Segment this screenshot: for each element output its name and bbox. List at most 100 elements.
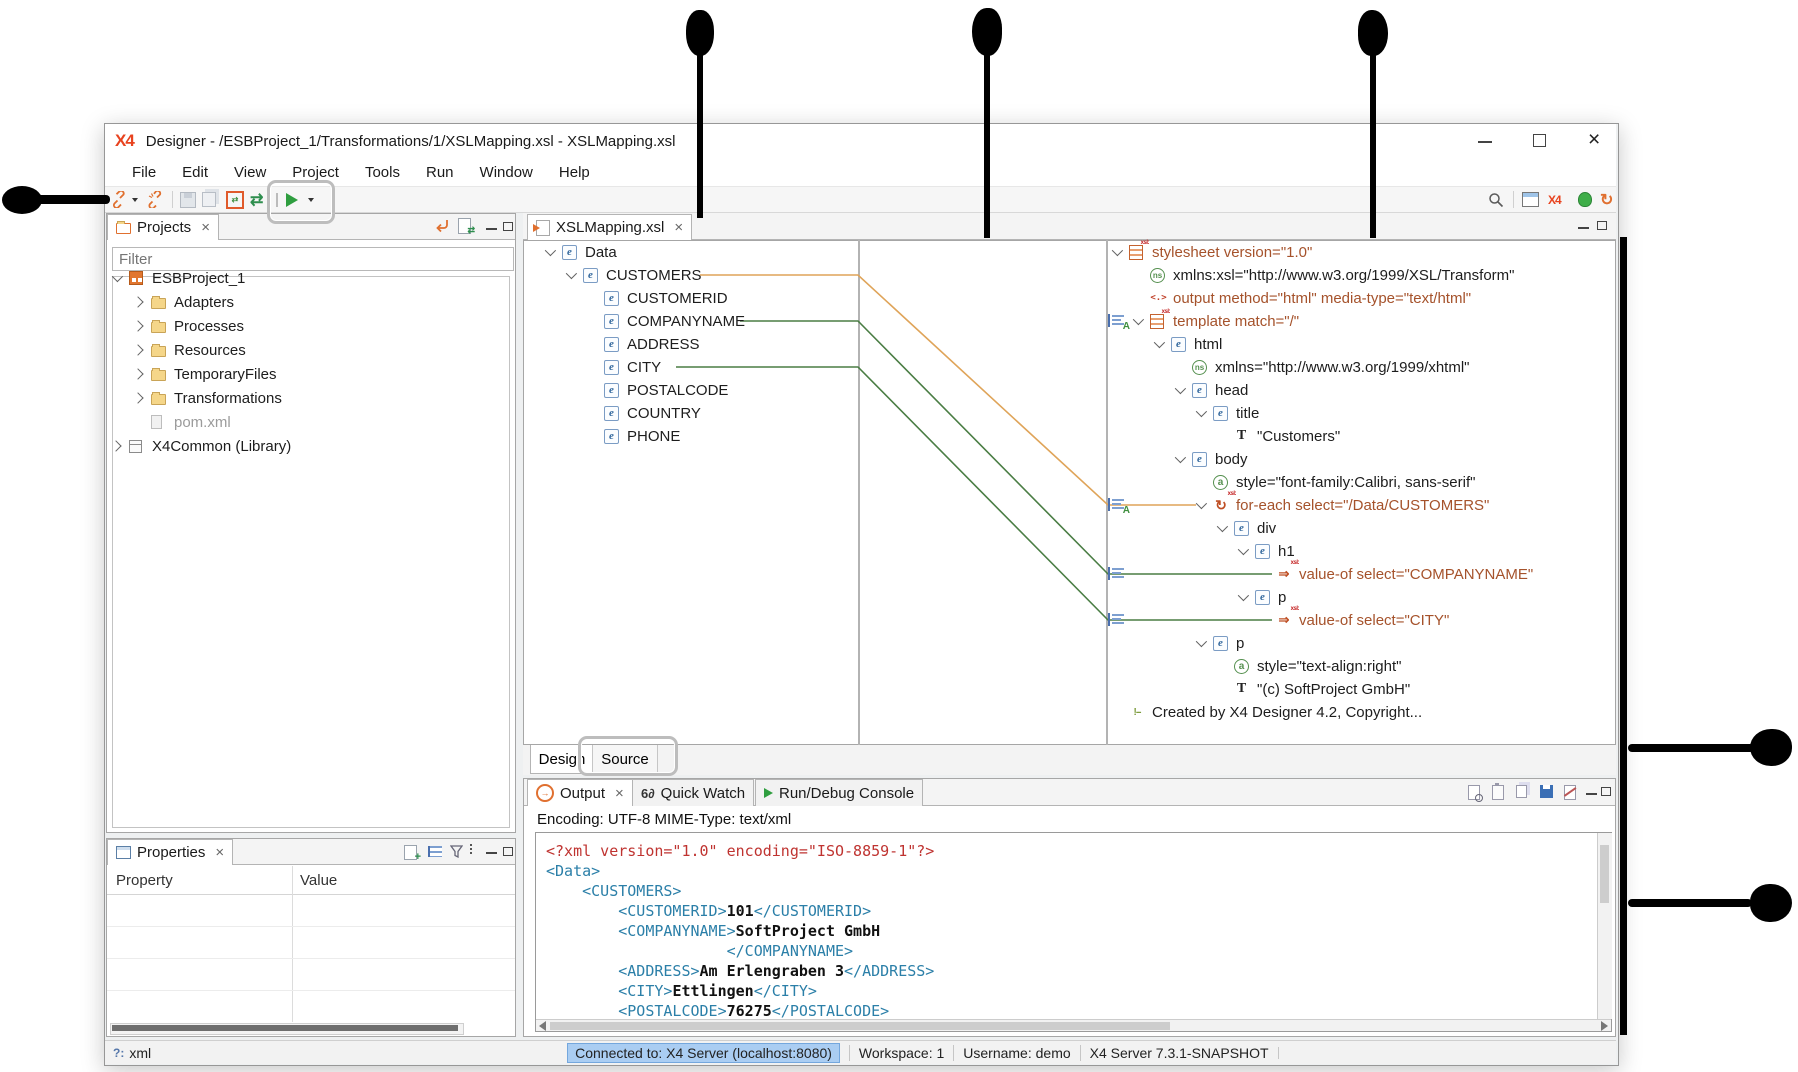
chevron-right-icon[interactable]: [132, 344, 143, 355]
close-window-button[interactable]: ×: [1588, 128, 1600, 152]
open-output-icon[interactable]: [1468, 785, 1480, 800]
xsl-node-template-match[interactable]: template match="/": [1112, 310, 1299, 332]
tab-output[interactable]: → Output ×: [527, 779, 633, 806]
projects-item-esbproject-1[interactable]: ESBProject_1: [112, 267, 245, 289]
close-icon[interactable]: ×: [615, 785, 624, 802]
close-icon[interactable]: ×: [674, 219, 683, 236]
link-with-editor-icon[interactable]: ⇄: [458, 218, 471, 234]
chevron-down-icon[interactable]: [1196, 406, 1207, 417]
chevron-down-icon[interactable]: [112, 271, 123, 282]
maximize-panel-icon[interactable]: [503, 847, 513, 856]
menu-help[interactable]: Help: [546, 161, 603, 184]
projects-item-resources[interactable]: Resources: [112, 339, 246, 361]
xsl-node-style-text-align-right[interactable]: astyle="text-align:right": [1112, 655, 1401, 677]
minimize-window-button[interactable]: [1478, 141, 1492, 143]
menu-tools[interactable]: Tools: [352, 161, 413, 184]
data-node-city[interactable]: eCITY: [545, 356, 661, 378]
chevron-right-icon[interactable]: [132, 368, 143, 379]
copy-output-icon[interactable]: [1516, 785, 1527, 798]
xsl-node-style-font-family-calibri-sans-serif[interactable]: astyle="font-family:Calibri, sans-serif": [1112, 471, 1475, 493]
xsl-node-for-each-select-data-customers[interactable]: ↻for-each select="/Data/CUSTOMERS": [1112, 494, 1489, 516]
menu-edit[interactable]: Edit: [169, 161, 221, 184]
xsl-node-title[interactable]: etitle: [1112, 402, 1259, 424]
link-icon[interactable]: [110, 189, 128, 210]
scroll-right-icon[interactable]: [1601, 1021, 1608, 1031]
chevron-down-icon[interactable]: [1112, 245, 1123, 256]
xsl-node-p[interactable]: ep: [1112, 632, 1244, 654]
maximize-panel-icon[interactable]: [503, 222, 513, 231]
new-property-icon[interactable]: +: [404, 845, 417, 860]
clipboard-icon[interactable]: [1492, 785, 1504, 800]
xsl-node-div[interactable]: ediv: [1112, 517, 1276, 539]
link-dropdown-icon[interactable]: [132, 189, 138, 210]
maximize-editor-icon[interactable]: [1597, 221, 1607, 230]
chevron-down-icon[interactable]: [1196, 498, 1207, 509]
xsl-node-head[interactable]: ehead: [1112, 379, 1248, 401]
minimize-panel-icon[interactable]: [486, 852, 497, 854]
debug-icon[interactable]: [1578, 189, 1592, 210]
menu-view[interactable]: View: [221, 161, 279, 184]
tab-quick-watch[interactable]: 6∂ Quick Watch: [632, 779, 754, 806]
projects-item-x4common-library[interactable]: X4Common (Library): [112, 435, 291, 457]
chevron-down-icon[interactable]: [545, 245, 556, 256]
chevron-right-icon[interactable]: [110, 440, 121, 451]
output-xml-code[interactable]: <?xml version="1.0" encoding="ISO-8859-1…: [546, 841, 934, 1021]
data-node-customerid[interactable]: eCUSTOMERID: [545, 287, 728, 309]
output-hscrollbar[interactable]: [536, 1019, 1611, 1031]
maximize-output-icon[interactable]: [1601, 787, 1611, 796]
projects-item-adapters[interactable]: Adapters: [112, 291, 234, 313]
maximize-window-button[interactable]: [1533, 134, 1546, 147]
chevron-down-icon[interactable]: [1238, 590, 1249, 601]
minimize-output-icon[interactable]: [1586, 793, 1597, 795]
minimize-editor-icon[interactable]: [1578, 227, 1589, 229]
save-icon[interactable]: [180, 189, 196, 210]
projects-item-transformations[interactable]: Transformations: [112, 387, 282, 409]
import-icon[interactable]: [434, 218, 450, 233]
close-icon[interactable]: ×: [215, 844, 224, 861]
chevron-down-icon[interactable]: [566, 268, 577, 279]
xsl-node-customers[interactable]: T"Customers": [1112, 425, 1340, 447]
data-node-data[interactable]: eData: [545, 241, 617, 263]
chevron-down-icon[interactable]: [1154, 337, 1165, 348]
xsl-node-output-method-html-media-type-text-html[interactable]: <.>output method="html" media-type="text…: [1112, 287, 1471, 309]
output-vscrollbar[interactable]: [1597, 833, 1612, 1019]
chevron-down-icon[interactable]: [1217, 521, 1228, 532]
view-menu-icon[interactable]: [470, 844, 472, 854]
filter-properties-icon[interactable]: [450, 845, 463, 858]
xsl-node-p[interactable]: ep: [1112, 586, 1286, 608]
chevron-down-icon[interactable]: [1133, 314, 1144, 325]
data-node-country[interactable]: eCOUNTRY: [545, 402, 701, 424]
scroll-left-icon[interactable]: [539, 1021, 546, 1031]
xsl-node-stylesheet-version-1-0[interactable]: stylesheet version="1.0": [1112, 241, 1312, 263]
clear-output-icon[interactable]: [1564, 785, 1576, 800]
chevron-down-icon[interactable]: [1238, 544, 1249, 555]
close-icon[interactable]: ×: [201, 219, 210, 236]
menu-window[interactable]: Window: [467, 161, 546, 184]
search-icon[interactable]: [1488, 189, 1504, 210]
transfer-icon[interactable]: ⇄: [250, 189, 263, 210]
minimize-panel-icon[interactable]: [486, 228, 497, 230]
tab-run-debug-console[interactable]: Run/Debug Console: [755, 779, 923, 806]
xsl-node-value-of-select-companyname[interactable]: ⇒value-of select="COMPANYNAME": [1112, 563, 1533, 585]
menu-run[interactable]: Run: [413, 161, 467, 184]
xsl-node-c-softproject-gmbh[interactable]: T"(c) SoftProject GmbH": [1112, 678, 1410, 700]
deploy-icon[interactable]: ⇄: [226, 189, 244, 210]
x4-mini-icon[interactable]: X4: [1548, 189, 1561, 210]
unlink-icon[interactable]: [146, 189, 164, 210]
chevron-right-icon[interactable]: [132, 296, 143, 307]
xsl-node-value-of-select-city[interactable]: ⇒value-of select="CITY": [1112, 609, 1449, 631]
xsl-node-h1[interactable]: eh1: [1112, 540, 1295, 562]
data-node-companyname[interactable]: eCOMPANYNAME: [545, 310, 745, 332]
properties-hscrollbar[interactable]: [110, 1023, 464, 1035]
data-node-address[interactable]: eADDRESS: [545, 333, 700, 355]
chevron-down-icon[interactable]: [1175, 452, 1186, 463]
xsl-node-body[interactable]: ebody: [1112, 448, 1248, 470]
data-node-customers[interactable]: eCUSTOMERS: [545, 264, 702, 286]
xsl-node-created-by-x4-designer-4-2-copyright[interactable]: !--Created by X4 Designer 4.2, Copyright…: [1112, 701, 1422, 723]
tab-projects[interactable]: Projects ×: [107, 214, 219, 240]
chevron-right-icon[interactable]: [132, 392, 143, 403]
chevron-down-icon[interactable]: [1196, 636, 1207, 647]
projects-item-temporaryfiles[interactable]: TemporaryFiles: [112, 363, 277, 385]
tree-view-icon[interactable]: [428, 846, 442, 857]
refresh-icon[interactable]: ↻: [1600, 189, 1613, 210]
